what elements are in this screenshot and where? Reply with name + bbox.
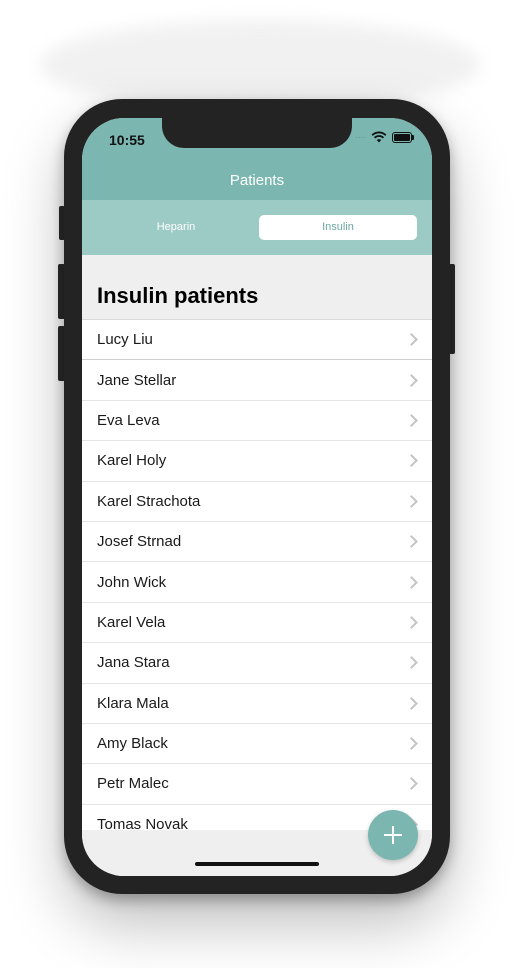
chevron-right-icon [405, 333, 418, 347]
patient-name: Josef Strnad [97, 533, 182, 551]
chevron-right-icon [405, 777, 418, 791]
wifi-icon [371, 131, 387, 143]
status-icons: ···· [355, 131, 414, 143]
add-patient-button[interactable] [368, 810, 418, 860]
patient-row[interactable]: Karel Holy [82, 441, 432, 482]
patient-row[interactable]: Amy Black [82, 724, 432, 765]
patient-name: Eva Leva [97, 411, 160, 429]
patient-row[interactable]: Jana Stara [82, 643, 432, 684]
patient-name: Karel Holy [97, 452, 167, 470]
chevron-right-icon [405, 616, 418, 629]
section-title: Insulin patients [97, 283, 259, 308]
patient-row[interactable]: Karel Vela [82, 603, 432, 644]
status-time: 10:55 [109, 132, 145, 148]
navigation-bar: 10:55 ···· Patients [82, 118, 432, 200]
chevron-right-icon [405, 656, 418, 670]
patient-name: Jane Stellar [97, 371, 177, 389]
patient-row[interactable]: Karel Strachota [82, 482, 432, 522]
patient-row[interactable]: Klara Mala [82, 684, 432, 724]
home-indicator [195, 862, 319, 866]
chevron-right-icon [405, 575, 418, 589]
patient-list: Lucy Liu Jane Stellar Eva Leva Karel Hol… [82, 320, 432, 833]
nav-title: Patients [229, 172, 285, 189]
section-header: Insulin patients [82, 255, 432, 320]
chevron-right-icon [405, 414, 418, 427]
patient-row[interactable]: Lucy Liu [82, 320, 432, 361]
chevron-right-icon [405, 535, 418, 549]
patient-row[interactable]: Petr Malec [82, 764, 432, 805]
patient-name: Lucy Liu [97, 331, 153, 349]
patient-name: Petr Malec [97, 775, 169, 793]
chevron-right-icon [405, 696, 418, 710]
patient-row[interactable]: John Wick [82, 562, 432, 603]
patient-row[interactable]: Eva Leva [82, 401, 432, 442]
chevron-right-icon [405, 454, 418, 468]
app-screen: 10:55 ···· Patients Heparin Insulin Insu… [82, 118, 432, 876]
notch [162, 118, 352, 148]
background-shadow [40, 20, 480, 110]
patient-name: Amy Black [97, 735, 168, 753]
patient-name: Karel Strachota [97, 492, 201, 510]
segmented-control: Heparin Insulin [82, 200, 432, 255]
chevron-right-icon [405, 737, 418, 750]
patient-name: Klara Mala [97, 694, 169, 712]
segment-heparin[interactable]: Heparin [98, 215, 254, 240]
segment-insulin[interactable]: Insulin [259, 215, 417, 240]
patient-row[interactable]: Jane Stellar [82, 360, 432, 401]
patient-row[interactable]: Josef Strnad [82, 522, 432, 563]
patient-name: Karel Vela [97, 613, 166, 631]
battery-icon [392, 131, 414, 143]
patient-name: Jana Stara [97, 654, 170, 672]
signal-indicator: ···· [355, 132, 366, 142]
patient-name: John Wick [97, 573, 167, 591]
chevron-right-icon [405, 373, 418, 387]
chevron-right-icon [405, 494, 418, 508]
plus-icon [384, 826, 402, 844]
